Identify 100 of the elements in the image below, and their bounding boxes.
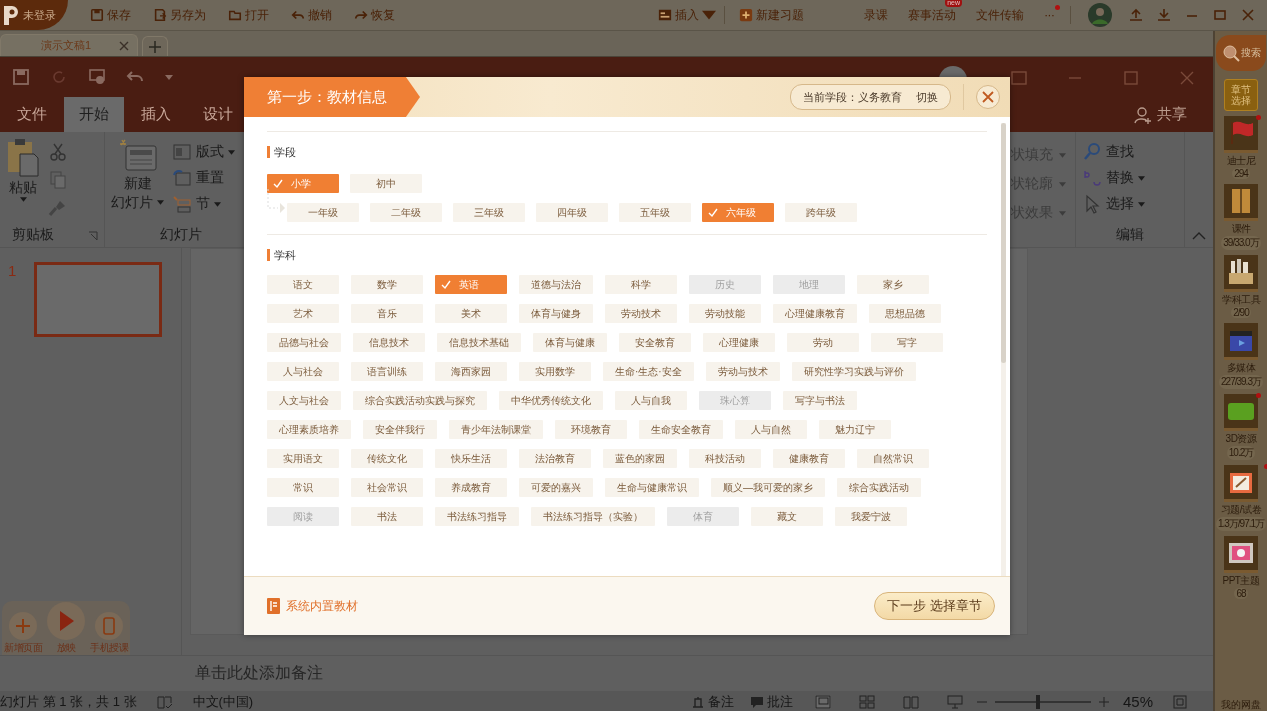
cut-icon[interactable]: [48, 142, 68, 162]
subject-option[interactable]: 魅力辽宁: [819, 420, 891, 439]
subject-option[interactable]: 人与自我: [615, 391, 687, 410]
close-icon[interactable]: [1179, 70, 1195, 86]
subject-option[interactable]: 生命安全教育: [639, 420, 723, 439]
caret-icon[interactable]: [1059, 181, 1066, 187]
subject-option[interactable]: 自然常识: [857, 449, 929, 468]
save-icon[interactable]: [12, 68, 30, 86]
subject-option[interactable]: 可爱的嘉兴: [519, 478, 593, 497]
subject-option[interactable]: 常识: [267, 478, 339, 497]
subject-option[interactable]: 健康教育: [773, 449, 845, 468]
scrollbar[interactable]: [1001, 123, 1006, 576]
subject-option[interactable]: 生命·生态·安全: [603, 362, 694, 381]
subject-option[interactable]: 书法练习指导（实验）: [531, 507, 655, 526]
stage-option[interactable]: 初中: [350, 174, 422, 193]
subject-option[interactable]: 美术: [435, 304, 507, 323]
grid-view-icon[interactable]: [858, 694, 875, 709]
dialog-launcher-icon[interactable]: [88, 231, 98, 241]
subject-option[interactable]: 科学: [605, 275, 677, 294]
subject-option[interactable]: 语文: [267, 275, 339, 294]
subject-option[interactable]: 心理健康教育: [773, 304, 857, 323]
subject-option[interactable]: 劳动技术: [605, 304, 677, 323]
grade-option[interactable]: 五年级: [619, 203, 691, 222]
caret-icon[interactable]: [157, 200, 164, 205]
subject-option[interactable]: 实用语文: [267, 449, 339, 468]
grade-option[interactable]: 跨年级: [785, 203, 857, 222]
subject-option[interactable]: 数学: [351, 275, 423, 294]
subject-option[interactable]: 信息技术基础: [437, 333, 521, 352]
subject-option[interactable]: 书法练习指导: [435, 507, 519, 526]
share-button[interactable]: 共享: [1127, 97, 1193, 132]
caret-icon[interactable]: [19, 197, 27, 202]
subject-option[interactable]: 思想品德: [869, 304, 941, 323]
subject-option[interactable]: 传统文化: [351, 449, 423, 468]
refresh-icon[interactable]: [50, 68, 68, 86]
subject-option[interactable]: 音乐: [351, 304, 423, 323]
maximize-icon[interactable]: [1213, 8, 1227, 22]
subject-option[interactable]: 人与自然: [735, 420, 807, 439]
subject-option[interactable]: 体育与健身: [519, 304, 593, 323]
subject-option[interactable]: 法治教育: [519, 449, 591, 468]
next-step-button[interactable]: 下一步 选择章节: [874, 592, 995, 620]
subject-option[interactable]: 综合实践活动: [837, 478, 921, 497]
subject-option[interactable]: 蓝色的家园: [603, 449, 677, 468]
subject-option[interactable]: 写字: [871, 333, 943, 352]
caret-icon[interactable]: [1059, 152, 1066, 158]
download-icon[interactable]: [1157, 8, 1171, 22]
avatar-icon[interactable]: [1087, 2, 1113, 28]
chapter-select-button[interactable]: 章节选择: [1224, 79, 1258, 111]
caret-icon[interactable]: [702, 8, 716, 22]
subject-option[interactable]: 环境教育: [555, 420, 627, 439]
ribbon-tab[interactable]: 插入: [126, 97, 186, 132]
grade-option[interactable]: 三年级: [453, 203, 525, 222]
subject-option[interactable]: 快乐生活: [435, 449, 507, 468]
subject-option[interactable]: 实用数学: [519, 362, 591, 381]
subject-option[interactable]: 家乡: [857, 275, 929, 294]
slide-thumbnail[interactable]: [34, 262, 163, 337]
maximize-icon[interactable]: [1123, 70, 1139, 86]
slideshow-icon[interactable]: [946, 694, 963, 709]
ribbon-tab[interactable]: 文件: [2, 97, 62, 132]
subject-option[interactable]: 安全教育: [619, 333, 691, 352]
caret-icon[interactable]: [228, 149, 235, 155]
subject-option[interactable]: 信息技术: [353, 333, 425, 352]
subject-option[interactable]: 体育与健康: [533, 333, 607, 352]
subject-option[interactable]: 品德与社会: [267, 333, 341, 352]
subject-option[interactable]: 人与社会: [267, 362, 339, 381]
caret-icon[interactable]: [1138, 175, 1145, 181]
subject-option[interactable]: 道德与法治: [519, 275, 593, 294]
book-check-icon[interactable]: [156, 694, 173, 709]
new-tab-button[interactable]: [142, 36, 168, 56]
brush-icon[interactable]: [48, 198, 68, 218]
caret-icon[interactable]: [214, 201, 221, 207]
close-icon[interactable]: [1241, 8, 1255, 22]
subject-option[interactable]: 综合实践活动实践与探究: [353, 391, 487, 410]
fit-window-icon[interactable]: [1173, 694, 1187, 709]
subject-option[interactable]: 劳动: [787, 333, 859, 352]
upload-icon[interactable]: [1129, 8, 1143, 22]
caret-icon[interactable]: [1059, 210, 1066, 216]
subject-option[interactable]: 心理素质培养: [267, 420, 351, 439]
search-button[interactable]: 搜索: [1216, 35, 1266, 71]
subject-option[interactable]: 劳动技能: [689, 304, 761, 323]
subject-option[interactable]: 艺术: [267, 304, 339, 323]
grade-option[interactable]: 一年级: [287, 203, 359, 222]
subject-option[interactable]: 中华优秀传统文化: [499, 391, 603, 410]
subject-option[interactable]: 我爱宁波: [835, 507, 907, 526]
subject-option[interactable]: 生命与健康常识: [605, 478, 699, 497]
copy-icon[interactable]: [48, 170, 68, 190]
collapse-ribbon-icon[interactable]: [1192, 231, 1206, 241]
ribbon-display-icon[interactable]: [1011, 70, 1027, 86]
subject-option[interactable]: 养成教育: [435, 478, 507, 497]
subject-option[interactable]: 安全伴我行: [363, 420, 437, 439]
ribbon-tab[interactable]: 开始: [64, 97, 124, 132]
zoom-slider-thumb[interactable]: [1036, 694, 1041, 709]
close-icon[interactable]: [119, 40, 129, 51]
subject-option[interactable]: 心理健康: [703, 333, 775, 352]
subject-option[interactable]: 科技活动: [689, 449, 761, 468]
subject-option[interactable]: 人文与社会: [267, 391, 341, 410]
subject-option[interactable]: 研究性学习实践与评价: [791, 362, 916, 381]
subject-option[interactable]: 书法: [351, 507, 423, 526]
switch-link[interactable]: 切换: [916, 89, 938, 105]
subject-option[interactable]: 藏文: [751, 507, 823, 526]
close-button[interactable]: [976, 85, 1000, 109]
